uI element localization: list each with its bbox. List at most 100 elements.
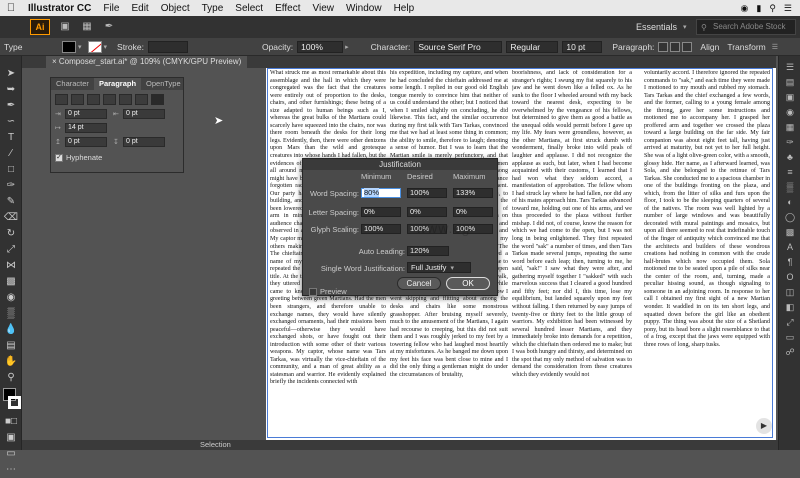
opacity-field[interactable]: 100%	[297, 40, 344, 53]
eraser-tool-icon[interactable]: ⌫	[0, 210, 22, 226]
align-icon[interactable]: ◫	[779, 285, 800, 300]
screen-mode-icon[interactable]: ▭	[0, 446, 22, 462]
transform-label[interactable]: Transform	[723, 42, 769, 52]
graphic-styles-icon[interactable]: ▩	[779, 225, 800, 240]
align-left-icon[interactable]	[658, 41, 669, 52]
align-center-icon[interactable]	[670, 41, 681, 52]
font-style-field[interactable]: Regular	[506, 40, 559, 53]
justify-center-icon[interactable]	[119, 94, 132, 105]
ok-button[interactable]: OK	[446, 277, 490, 290]
spotlight-icon[interactable]: ⚲	[769, 3, 776, 14]
justify-left-icon[interactable]	[103, 94, 116, 105]
pen-tool-icon[interactable]: ✒	[102, 20, 116, 34]
stroke-color-swatch[interactable]	[87, 40, 102, 53]
selection-tool-icon[interactable]: ➤	[0, 66, 22, 82]
rotate-tool-icon[interactable]: ↻	[0, 226, 22, 242]
stroke-icon[interactable]: ≡	[779, 165, 800, 180]
arrange-documents-icon[interactable]: ▦	[80, 20, 94, 34]
justify-right-icon[interactable]	[135, 94, 148, 105]
menu-view[interactable]: View	[306, 3, 340, 14]
shape-builder-tool-icon[interactable]: ◉	[0, 290, 22, 306]
hand-tool-icon[interactable]: ✋	[0, 354, 22, 370]
play-icon[interactable]: ▶	[756, 418, 772, 434]
left-indent-field[interactable]: 0 pt	[65, 109, 107, 119]
swatches-icon[interactable]: ▦	[779, 120, 800, 135]
pathfinder-icon[interactable]: ◧	[779, 300, 800, 315]
apple-icon[interactable]: 	[0, 2, 22, 14]
menu-select[interactable]: Select	[229, 3, 269, 14]
stroke-label[interactable]: Stroke:	[113, 42, 148, 52]
layers-icon[interactable]: ▤	[779, 75, 800, 90]
draw-mode-icon[interactable]: ▣	[0, 430, 22, 446]
color-mode-icons[interactable]: ■□	[0, 414, 22, 430]
menu-app-name[interactable]: Illustrator CC	[22, 3, 97, 14]
gradient-icon[interactable]: ▒	[779, 180, 800, 195]
color-icon[interactable]: ◉	[779, 105, 800, 120]
adobe-stock-search[interactable]: ⚲ Search Adobe Stock	[696, 19, 796, 35]
workspace-switcher[interactable]: Essentials ▾	[636, 19, 687, 35]
first-line-indent-field[interactable]: 14 pt	[65, 123, 107, 133]
right-indent-field[interactable]: 0 pt	[123, 109, 165, 119]
space-after-field[interactable]: 0 pt	[123, 137, 165, 147]
paragraph-label[interactable]: Paragraph:	[608, 42, 658, 52]
align-right-icon[interactable]	[682, 41, 693, 52]
notification-icon[interactable]: ☰	[784, 3, 792, 14]
graph-tool-icon[interactable]: ▤	[0, 338, 22, 354]
character-icon[interactable]: A	[779, 240, 800, 255]
scale-tool-icon[interactable]: ⤢	[0, 242, 22, 258]
artboards-icon[interactable]: ▭	[779, 330, 800, 345]
paintbrush-tool-icon[interactable]: ✑	[0, 178, 22, 194]
bridge-icon[interactable]: ▣	[58, 20, 72, 34]
symbols-icon[interactable]: ♣	[779, 150, 800, 165]
fill-color-swatch[interactable]	[62, 40, 76, 53]
menu-object[interactable]: Object	[155, 3, 196, 14]
align-right-icon[interactable]	[87, 94, 100, 105]
align-center-icon[interactable]	[71, 94, 84, 105]
rectangle-tool-icon[interactable]: □	[0, 162, 22, 178]
curvature-tool-icon[interactable]: ∽	[0, 114, 22, 130]
panel-menu-icon[interactable]: ☰	[772, 43, 778, 51]
word-spacing-min-field[interactable]: 80%	[361, 188, 401, 198]
align-left-icon[interactable]	[55, 94, 68, 105]
menu-help[interactable]: Help	[388, 3, 421, 14]
word-spacing-desired-field[interactable]: 100%	[407, 188, 447, 198]
direct-selection-tool-icon[interactable]: ➥	[0, 82, 22, 98]
transform-icon[interactable]: ⤢	[779, 315, 800, 330]
stroke-weight-field[interactable]	[147, 40, 188, 53]
glyph-scaling-min-field[interactable]: 100%	[361, 224, 401, 234]
font-family-field[interactable]: Source Serif Pro	[414, 40, 503, 53]
libraries-icon[interactable]: ▣	[779, 90, 800, 105]
free-transform-tool-icon[interactable]: ▩	[0, 274, 22, 290]
gradient-tool-icon[interactable]: ▒	[0, 306, 22, 322]
tab-paragraph[interactable]: Paragraph	[93, 78, 142, 90]
single-word-justification-select[interactable]: Full Justify ▾	[407, 262, 471, 273]
tab-opentype[interactable]: OpenType	[141, 78, 186, 90]
zoom-tool-icon[interactable]: ⚲	[0, 370, 22, 386]
tab-character[interactable]: Character	[51, 78, 94, 90]
chevron-down-icon[interactable]: ▾	[78, 43, 82, 51]
letter-spacing-desired-field[interactable]: 0%	[407, 207, 447, 217]
preview-option[interactable]: Preview	[309, 287, 347, 296]
paragraph-icon[interactable]: ¶	[779, 255, 800, 270]
character-label[interactable]: Character:	[367, 42, 415, 52]
transparency-icon[interactable]: ◐	[779, 195, 800, 210]
letter-spacing-min-field[interactable]: 0%	[361, 207, 401, 217]
stroke-swatch[interactable]	[8, 396, 21, 409]
width-tool-icon[interactable]: ⋈	[0, 258, 22, 274]
appearance-icon[interactable]: ◯	[779, 210, 800, 225]
more-tools-icon[interactable]: ⋯	[0, 462, 22, 478]
line-tool-icon[interactable]: ∕	[0, 146, 22, 162]
close-icon[interactable]: ×	[52, 57, 59, 66]
properties-icon[interactable]: ☰	[779, 60, 800, 75]
align-label[interactable]: Align	[696, 42, 723, 52]
menu-effect[interactable]: Effect	[269, 3, 306, 14]
hyphenate-checkbox[interactable]: ✓	[55, 153, 63, 162]
opentype-icon[interactable]: O	[779, 270, 800, 285]
word-spacing-max-field[interactable]: 133%	[453, 188, 493, 198]
menu-type[interactable]: Type	[196, 3, 230, 14]
menu-edit[interactable]: Edit	[125, 3, 154, 14]
justify-all-icon[interactable]	[151, 94, 164, 105]
space-before-field[interactable]: 0 pt	[65, 137, 107, 147]
hyphenate-option[interactable]: ✓ Hyphenate	[51, 149, 183, 166]
menu-file[interactable]: File	[97, 3, 125, 14]
